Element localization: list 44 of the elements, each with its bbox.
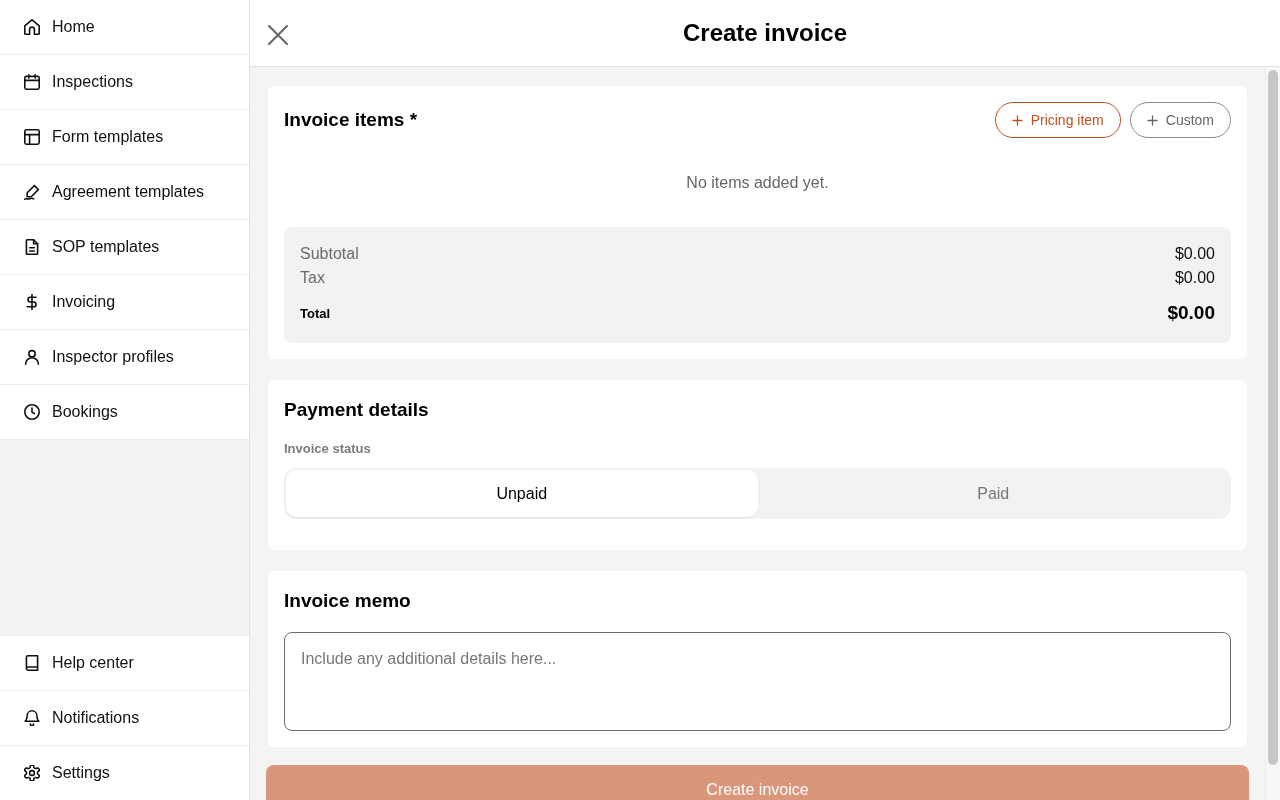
sidebar-item[interactable]: SOP templates (0, 219, 249, 274)
total-value: $0.00 (1174, 269, 1215, 287)
add-item-button[interactable]: Custom (1129, 102, 1231, 138)
section-title: Invoice memo (284, 589, 412, 613)
sidebar-item[interactable]: Help center (0, 636, 249, 690)
page-title: Create invoice (682, 19, 848, 47)
sidebar-item[interactable]: Bookings (0, 384, 249, 440)
empty-message: No items added yet. (685, 173, 830, 193)
signature-pen-icon (24, 184, 40, 200)
settings-icon (24, 765, 40, 781)
sidebar-item[interactable]: Inspector profiles (0, 329, 249, 384)
plus-icon (1011, 114, 1023, 126)
scrollbar[interactable] (1265, 67, 1280, 800)
sidebar-item[interactable]: Settings (0, 745, 249, 800)
close-button[interactable] (268, 25, 288, 45)
total-label: Total (300, 305, 331, 321)
add-item-button[interactable]: Pricing item (994, 102, 1121, 138)
document-icon (24, 239, 40, 255)
section-title: Invoice items * (284, 108, 418, 132)
close-icon (268, 25, 288, 45)
memo-field[interactable]: Include any additional details here... (284, 632, 1231, 731)
sidebar-item[interactable]: Home (0, 0, 249, 54)
home-icon (24, 19, 40, 35)
book-icon (24, 655, 40, 671)
section-title: Payment details (284, 398, 430, 422)
field-label: Invoice status (284, 440, 372, 458)
sidebar-item[interactable]: Agreement templates (0, 164, 249, 219)
sidebar-item[interactable]: Form templates (0, 109, 249, 164)
layout-icon (24, 129, 40, 145)
total-label: Subtotal (300, 245, 359, 263)
dollar-icon (24, 294, 40, 310)
bell-icon (24, 710, 40, 726)
total-label: Tax (300, 269, 325, 287)
sidebar-item[interactable]: Invoicing (0, 274, 249, 329)
total-value: $0.00 (1174, 245, 1215, 263)
status-option[interactable]: Paid (757, 470, 1229, 517)
status-option[interactable]: Unpaid (286, 470, 758, 517)
calendar-icon (24, 74, 40, 90)
person-icon (24, 349, 40, 365)
sidebar-item[interactable]: Inspections (0, 54, 249, 109)
plus-icon (1146, 114, 1158, 126)
sidebar-item[interactable]: Notifications (0, 690, 249, 745)
clock-icon (24, 404, 40, 420)
total-value: $0.00 (1167, 302, 1215, 324)
